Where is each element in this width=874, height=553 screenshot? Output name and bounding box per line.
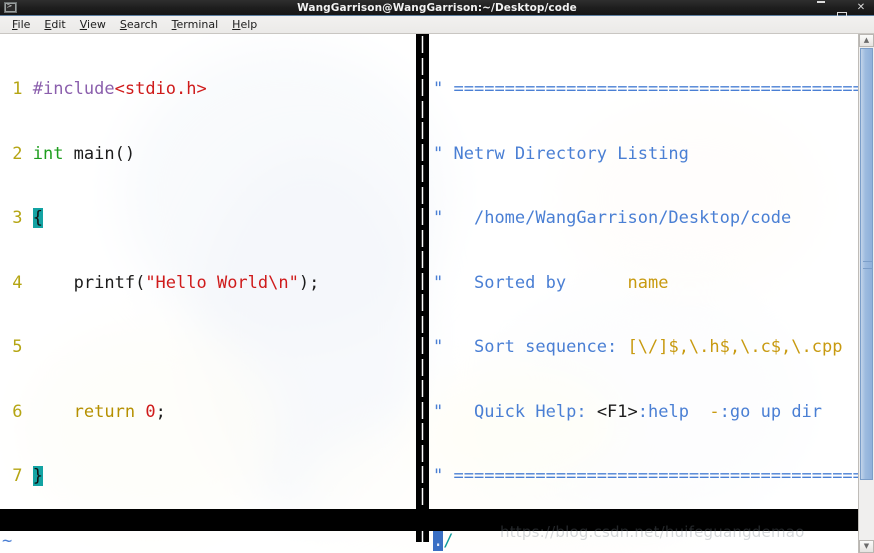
split-separator-glyph: | bbox=[417, 163, 428, 183]
split-separator-glyph: | bbox=[417, 34, 428, 54]
netrw-path: " /home/WangGarrison/Desktop/code bbox=[433, 208, 792, 228]
netrw-sep-bottom: " ======================================… bbox=[433, 466, 858, 486]
split-separator-glyph: | bbox=[417, 399, 428, 420]
netrw-sep-top: " ======================================… bbox=[433, 79, 858, 99]
split-separator-glyph: | bbox=[417, 249, 428, 269]
vertical-scrollbar[interactable]: ▲ ▼ bbox=[858, 34, 874, 553]
menu-search[interactable]: Search bbox=[113, 16, 165, 33]
netrw-sorted-by: " Sorted by name bbox=[433, 272, 669, 293]
split-separator-glyph: | bbox=[417, 270, 428, 291]
editor-lines: 1 #include<stdio.h> 2 int main() 3 { 4 p… bbox=[0, 36, 416, 553]
statusline-right: <n/Desktop/code/ [RO] 8,1 All bbox=[429, 509, 874, 531]
netrw-sort-sequence: " Sort sequence: [\/]$,\.h$,\.c$,\.cpp bbox=[433, 337, 843, 357]
statusline-left: main.c 7,1 All bbox=[0, 509, 429, 531]
window-controls: ✕ bbox=[816, 0, 874, 22]
netrw-quick-help: " Quick Help: <F1>:help -:go up dir bbox=[433, 401, 823, 422]
netrw-entry[interactable]: ./ bbox=[433, 530, 858, 553]
split-separator-glyph: | bbox=[417, 184, 428, 205]
split-separator-glyph: | bbox=[417, 464, 428, 484]
code-line-5: 5 bbox=[2, 337, 33, 357]
split-separator-glyph: | bbox=[417, 120, 428, 140]
menu-terminal[interactable]: Terminal bbox=[165, 16, 226, 33]
netrw-entry-dir-slash: / bbox=[443, 530, 454, 551]
code-line-6: 6 return 0; bbox=[2, 401, 166, 422]
split-separator-glyph: | bbox=[417, 98, 428, 119]
close-button[interactable]: ✕ bbox=[856, 0, 866, 16]
split-separator-glyph: | bbox=[417, 55, 428, 76]
netrw-pane[interactable]: " ======================================… bbox=[429, 34, 858, 553]
terminal-window: WangGarrison@WangGarrison:~/Desktop/code… bbox=[0, 0, 874, 553]
editor-empty-lines: ~~~~~~~~~~~~~~~ bbox=[2, 531, 416, 553]
window-split-separator[interactable]: |||||||||||||||||||||||| bbox=[416, 34, 429, 542]
split-separator-glyph: | bbox=[417, 421, 428, 441]
netrw-lines: " ======================================… bbox=[429, 36, 858, 553]
split-separator-glyph: | bbox=[417, 313, 428, 334]
netrw-entry-list: ./b.cmain.c.swo.main.c.swp.swp bbox=[433, 530, 858, 553]
netrw-cursor: . bbox=[433, 530, 444, 551]
split-separator-glyph: | bbox=[417, 485, 428, 506]
window-title: WangGarrison@WangGarrison:~/Desktop/code bbox=[297, 1, 577, 14]
code-line-7: 7 } bbox=[2, 466, 43, 486]
editor-pane-main-c[interactable]: 1 #include<stdio.h> 2 int main() 3 { 4 p… bbox=[0, 34, 416, 553]
split-separator-glyph: | bbox=[417, 206, 428, 226]
split-separator-glyph: | bbox=[417, 292, 428, 312]
split-separator-glyph: | bbox=[417, 356, 428, 377]
menu-edit[interactable]: Edit bbox=[37, 16, 72, 33]
code-line-4: 4 printf("Hello World\n"); bbox=[2, 272, 320, 293]
code-line-2: 2 int main() bbox=[2, 143, 136, 164]
menu-file[interactable]: File bbox=[5, 16, 37, 33]
scrollbar-thumb[interactable] bbox=[860, 48, 873, 480]
code-line-3: 3 { bbox=[2, 208, 43, 228]
split-separator-glyph: | bbox=[417, 141, 428, 162]
split-separator-glyph: | bbox=[417, 227, 428, 248]
terminal-body[interactable]: 1 #include<stdio.h> 2 int main() 3 { 4 p… bbox=[0, 34, 874, 553]
terminal-icon bbox=[4, 1, 17, 13]
split-separator-glyph: | bbox=[417, 442, 428, 463]
netrw-title: " Netrw Directory Listing bbox=[433, 143, 689, 164]
scroll-up-arrow-icon[interactable]: ▲ bbox=[859, 34, 874, 47]
code-line-1: 1 #include<stdio.h> bbox=[2, 79, 207, 99]
scroll-down-arrow-icon[interactable]: ▼ bbox=[859, 540, 874, 553]
menu-view[interactable]: View bbox=[73, 16, 113, 33]
menu-help[interactable]: Help bbox=[225, 16, 264, 33]
editor-empty-line: ~ bbox=[2, 530, 13, 551]
split-separator-glyph: | bbox=[417, 77, 428, 97]
split-separator-glyph: | bbox=[417, 378, 428, 398]
menubar: File Edit View Search Terminal Help bbox=[0, 16, 874, 34]
window-titlebar: WangGarrison@WangGarrison:~/Desktop/code… bbox=[0, 0, 874, 22]
split-separator-glyph: | bbox=[417, 335, 428, 355]
